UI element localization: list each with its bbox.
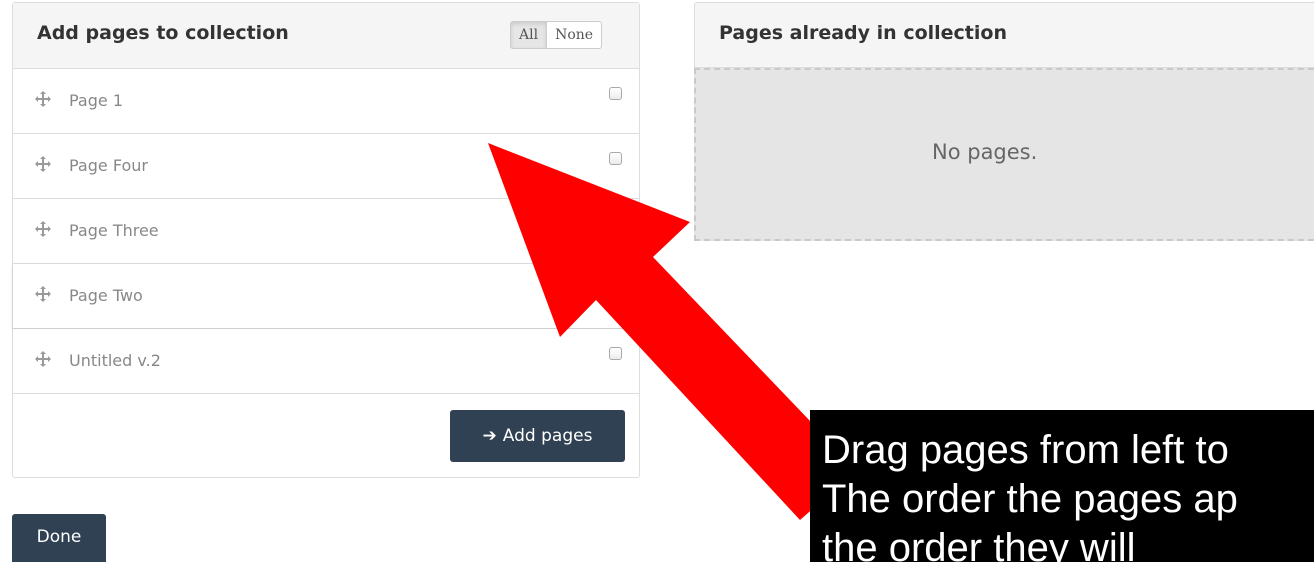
callout-line: the order they will xyxy=(822,526,1136,562)
move-handle-icon[interactable] xyxy=(35,156,51,172)
list-item[interactable]: Page 1 xyxy=(13,69,639,134)
add-pages-panel-title: Add pages to collection xyxy=(37,22,289,44)
list-item[interactable]: Page Four xyxy=(13,134,639,199)
add-pages-panel-header: Add pages to collection All None xyxy=(13,3,639,69)
select-toggle-group: All None xyxy=(510,21,603,49)
empty-collection-message: No pages. xyxy=(932,140,1038,164)
add-pages-button[interactable]: ➔ Add pages xyxy=(450,410,625,462)
move-handle-icon[interactable] xyxy=(35,286,51,302)
add-pages-panel: Add pages to collection All None Page 1 … xyxy=(12,2,640,478)
collection-pages-panel-title: Pages already in collection xyxy=(719,22,1007,44)
list-item[interactable]: Page Three xyxy=(13,199,639,264)
available-pages-list: Page 1 Page Four Page Three Page Two Unt… xyxy=(13,69,639,394)
page-select-checkbox[interactable] xyxy=(609,347,622,360)
move-handle-icon[interactable] xyxy=(35,221,51,237)
add-pages-button-label: Add pages xyxy=(502,426,593,446)
collection-pages-panel-header: Pages already in collection xyxy=(694,2,1314,68)
callout-line: Drag pages from left to xyxy=(822,428,1229,472)
callout-text: Drag pages from left to The order the pag… xyxy=(822,426,1314,562)
arrow-right-icon: ➔ xyxy=(482,426,497,446)
callout-line: The order the pages ap xyxy=(822,477,1238,521)
collection-drop-zone[interactable]: No pages. xyxy=(694,68,1314,241)
move-handle-icon[interactable] xyxy=(35,351,51,367)
select-all-button[interactable]: All xyxy=(510,21,548,49)
select-none-button[interactable]: None xyxy=(547,21,603,49)
instruction-callout: Drag pages from left to The order the pag… xyxy=(810,410,1314,562)
page-item-label: Page Two xyxy=(69,286,143,305)
page-item-label: Page Four xyxy=(69,156,148,175)
page-item-label: Page Three xyxy=(69,221,159,240)
list-item[interactable]: Untitled v.2 xyxy=(13,329,639,394)
page-item-label: Untitled v.2 xyxy=(69,351,161,370)
page-select-checkbox[interactable] xyxy=(609,152,622,165)
page-item-label: Page 1 xyxy=(69,91,123,110)
page-select-checkbox[interactable] xyxy=(609,87,622,100)
done-button[interactable]: Done xyxy=(12,514,106,562)
list-item[interactable]: Page Two xyxy=(13,264,639,329)
move-handle-icon[interactable] xyxy=(35,91,51,107)
